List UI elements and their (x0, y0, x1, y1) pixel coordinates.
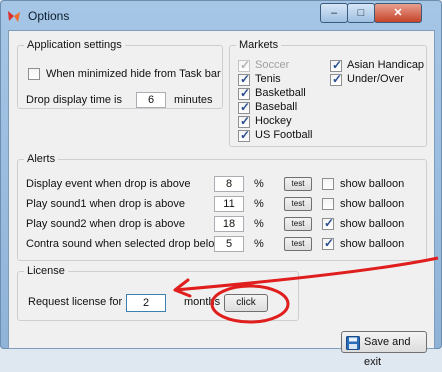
save-icon (346, 336, 360, 350)
alert-label: Contra sound when selected drop below (26, 238, 223, 250)
market-label: Tenis (255, 73, 281, 85)
market-checkbox[interactable] (238, 72, 250, 86)
market-label: Hockey (255, 115, 292, 127)
save-and-exit-button[interactable]: Save and exit (341, 331, 427, 368)
options-client-area: Application settings When minimized hide… (8, 30, 435, 368)
market-checkbox (238, 58, 250, 72)
app-icon (8, 11, 20, 22)
options-window: Options – □ ✕ Application settings When … (0, 0, 442, 368)
alert-unit: % (254, 198, 264, 210)
show-balloon-checkbox[interactable] (322, 236, 334, 250)
show-balloon-checkbox[interactable] (322, 216, 334, 230)
alert-label: Play sound2 when drop is above (26, 218, 185, 230)
alerts-group: Alerts Display event when drop is above 8… (17, 153, 427, 261)
license-title: License (24, 265, 68, 277)
markets-title: Markets (236, 39, 282, 51)
market-checkbox[interactable] (330, 58, 342, 72)
alert-value-input[interactable]: 18 (214, 216, 244, 232)
license-months-label: months (184, 296, 221, 308)
alert-test-button[interactable]: test (284, 237, 312, 251)
alert-label: Display event when drop is above (26, 178, 191, 190)
show-balloon-label: show balloon (340, 218, 405, 230)
market-checkbox[interactable] (238, 114, 250, 128)
alert-value-input[interactable]: 8 (214, 176, 244, 192)
license-request-label: Request license for (28, 296, 123, 308)
title-bar[interactable]: Options – □ ✕ (0, 0, 442, 30)
alerts-title: Alerts (24, 153, 59, 165)
license-click-button[interactable]: click (224, 294, 268, 312)
minimize-button[interactable]: – (320, 3, 348, 23)
market-label: Under/Over (347, 73, 404, 85)
alert-label: Play sound1 when drop is above (26, 198, 185, 210)
market-checkbox[interactable] (238, 86, 250, 100)
app-settings-group: Application settings When minimized hide… (17, 39, 223, 109)
caption-buttons: – □ ✕ (320, 3, 432, 23)
alert-value-input[interactable]: 5 (214, 236, 244, 252)
alert-unit: % (254, 218, 264, 230)
drop-display-label: Drop display time is (26, 94, 122, 106)
alert-test-button[interactable]: test (284, 197, 312, 211)
market-checkbox[interactable] (238, 100, 250, 114)
show-balloon-label: show balloon (340, 178, 405, 190)
hide-taskbar-label: When minimized hide from Task bar (46, 68, 221, 80)
market-label: Baseball (255, 101, 298, 113)
hide-taskbar-checkbox[interactable] (28, 68, 40, 80)
market-checkbox[interactable] (330, 72, 342, 86)
market-label: US Football (255, 129, 313, 141)
drop-display-unit: minutes (174, 94, 213, 106)
show-balloon-label: show balloon (340, 238, 405, 250)
maximize-button[interactable]: □ (347, 3, 375, 23)
app-settings-title: Application settings (24, 39, 125, 51)
markets-group: Markets Soccer Tenis Basketball Baseball Hoc… (229, 39, 427, 147)
close-button[interactable]: ✕ (374, 3, 422, 23)
alert-value-input[interactable]: 11 (214, 196, 244, 212)
alert-unit: % (254, 178, 264, 190)
alert-unit: % (254, 238, 264, 250)
window-title: Options (28, 9, 70, 23)
market-label: Asian Handicap (347, 59, 425, 71)
license-group: License Request license for 2 months cli… (17, 265, 299, 321)
show-balloon-checkbox[interactable] (322, 178, 334, 190)
drop-display-input[interactable]: 6 (136, 92, 166, 108)
license-months-input[interactable]: 2 (126, 294, 166, 312)
save-and-exit-label: Save and exit (364, 336, 411, 368)
market-checkbox[interactable] (238, 128, 250, 142)
alert-test-button[interactable]: test (284, 217, 312, 231)
market-label: Soccer (255, 59, 290, 71)
alert-test-button[interactable]: test (284, 177, 312, 191)
show-balloon-checkbox[interactable] (322, 198, 334, 210)
show-balloon-label: show balloon (340, 198, 405, 210)
market-label: Basketball (255, 87, 306, 99)
